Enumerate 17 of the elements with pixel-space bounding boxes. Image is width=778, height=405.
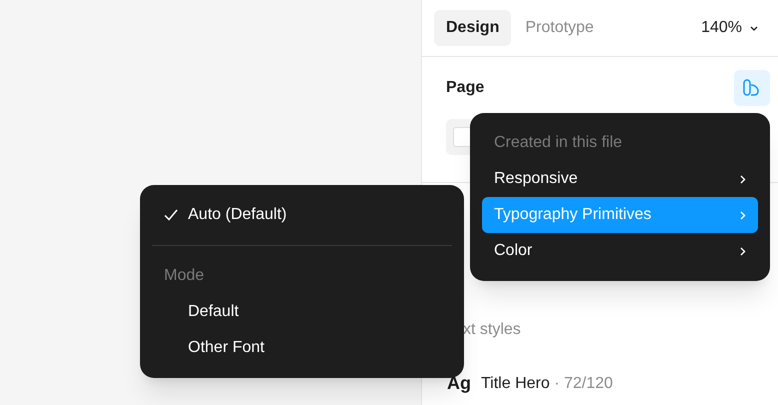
section-title: Page — [446, 78, 484, 98]
section-title: xt styles — [463, 320, 522, 340]
chevron-down-icon — [750, 26, 758, 30]
menu-item[interactable]: Responsive — [482, 161, 758, 197]
chevron-right-icon — [740, 174, 746, 184]
menu-item[interactable]: Other Font — [152, 330, 452, 366]
menu-item[interactable]: Default — [152, 294, 452, 330]
menu-item[interactable]: Auto (Default) — [152, 197, 452, 233]
chevron-right-icon — [740, 210, 746, 220]
text-style-item[interactable]: Ag Title Hero · 72/120 — [447, 370, 754, 397]
menu-item[interactable]: Color — [482, 233, 758, 269]
chevron-right-icon — [740, 246, 746, 256]
panel-tab[interactable]: Design — [434, 10, 512, 46]
menu-heading: Created in this file — [493, 133, 624, 153]
menu-heading: Mode — [163, 266, 206, 286]
zoom-dropdown[interactable]: 140% — [701, 16, 758, 40]
library-button[interactable] — [734, 70, 770, 106]
